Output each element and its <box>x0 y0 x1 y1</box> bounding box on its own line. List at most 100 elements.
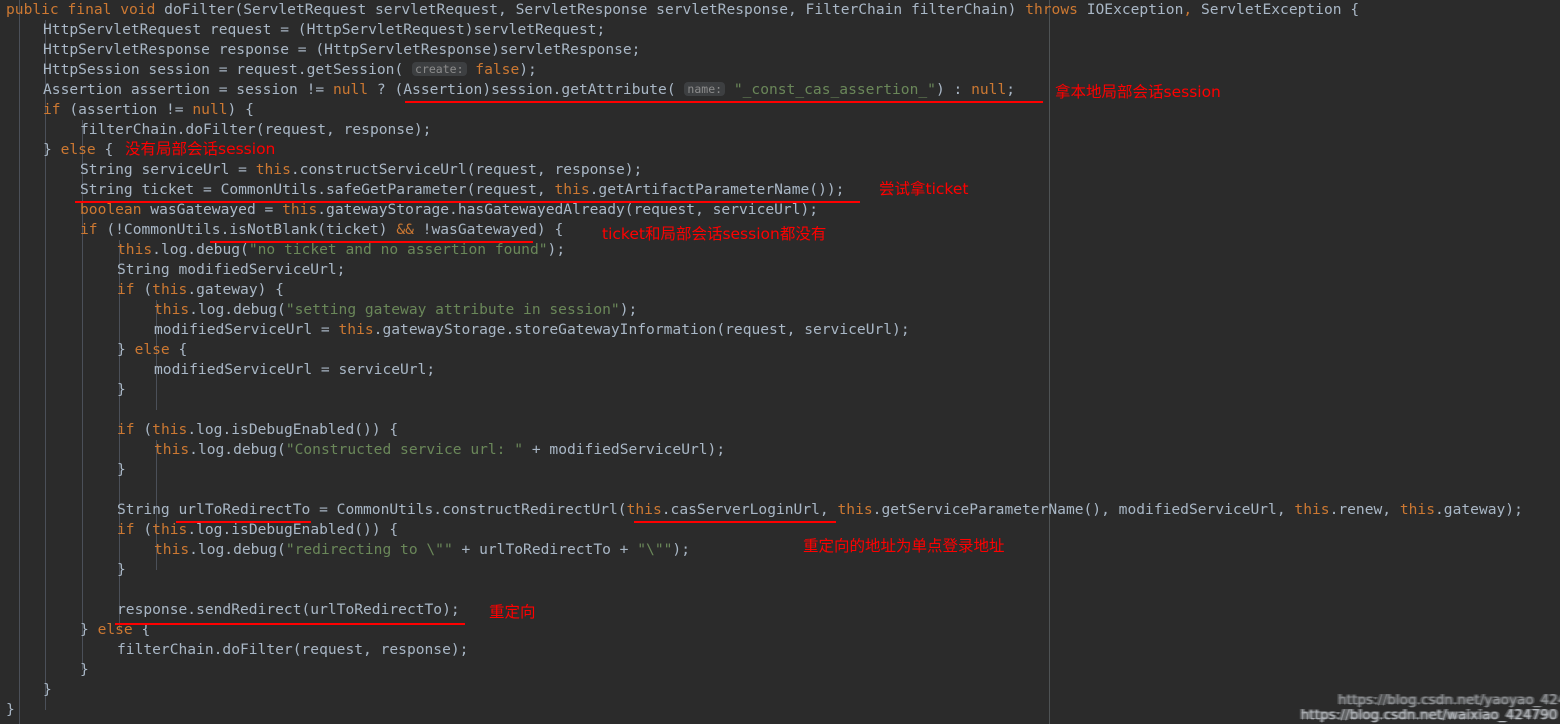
red-underline <box>176 521 311 523</box>
code-token: if <box>80 221 98 238</box>
code-token: "no ticket and no assertion found" <box>248 241 548 258</box>
code-token: this <box>152 281 188 298</box>
code-line[interactable]: if (assertion != null) { <box>43 100 254 120</box>
code-line[interactable]: this.log.debug("redirecting to \"" + url… <box>154 540 690 560</box>
code-token: response.sendRedirect(urlToRedirectTo); <box>117 601 460 618</box>
code-token: this <box>117 241 153 258</box>
code-token: { <box>95 141 114 158</box>
code-token: ); <box>519 61 537 78</box>
code-token: } <box>117 461 126 478</box>
code-token: .constructServiceUrl(request, response); <box>290 161 643 178</box>
code-token: !wasGatewayed) { <box>413 221 564 238</box>
code-line[interactable]: } <box>80 660 89 680</box>
code-token: this <box>152 421 188 438</box>
code-token: HttpServletRequest request = (HttpServle… <box>43 21 606 38</box>
code-line[interactable]: } <box>117 380 126 400</box>
code-line[interactable]: if (!CommonUtils.isNotBlank(ticket) && !… <box>80 220 563 240</box>
code-token: this <box>338 321 374 338</box>
code-token: } <box>43 141 61 158</box>
code-line[interactable]: HttpServletResponse response = (HttpServ… <box>43 40 640 60</box>
code-token: this <box>154 541 190 558</box>
code-token: ) : <box>935 81 972 98</box>
code-line[interactable]: if (this.log.isDebugEnabled()) { <box>117 420 398 440</box>
code-token: if <box>117 521 135 538</box>
code-line[interactable]: String urlToRedirectTo = CommonUtils.con… <box>117 500 1523 520</box>
code-token: null <box>971 81 1007 98</box>
code-token: ); <box>619 301 638 318</box>
code-token: ( <box>134 421 153 438</box>
code-token: public final void <box>6 1 165 18</box>
code-token: .gateway) { <box>187 281 284 298</box>
code-token: (!CommonUtils.isNotBlank(ticket) <box>97 221 397 238</box>
code-token: .log.debug( <box>189 301 286 318</box>
code-token: Assertion assertion = session != <box>43 81 333 98</box>
code-line[interactable]: filterChain.doFilter(request, response); <box>117 640 468 660</box>
code-token: ( <box>134 521 153 538</box>
code-line[interactable]: Assertion assertion = session != null ? … <box>43 80 1015 100</box>
code-line[interactable]: } else { <box>117 340 187 360</box>
red-underline <box>405 101 1043 103</box>
code-line[interactable]: HttpSession session = request.getSession… <box>43 60 537 80</box>
code-token: this <box>154 301 190 318</box>
code-line[interactable]: String modifiedServiceUrl; <box>117 260 345 280</box>
code-token: .getArtifactParameterName()); <box>589 181 845 198</box>
red-annotation: 拿本地局部会话session <box>1055 83 1221 101</box>
code-token: "\"" <box>637 541 673 558</box>
code-line[interactable]: } <box>6 700 15 720</box>
code-token: + urlToRedirectTo + <box>452 541 638 558</box>
code-token: ) { <box>227 101 254 118</box>
code-line[interactable]: boolean wasGatewayed = this.gatewayStora… <box>80 200 818 220</box>
code-token: String serviceUrl = <box>80 161 256 178</box>
code-line[interactable]: if (this.gateway) { <box>117 280 284 300</box>
code-line[interactable]: this.log.debug("no ticket and no asserti… <box>117 240 565 260</box>
code-token: .log.debug( <box>189 441 286 458</box>
code-line[interactable]: if (this.log.isDebugEnabled()) { <box>117 520 398 540</box>
code-token: this <box>282 201 318 218</box>
code-token: (assertion != <box>60 101 193 118</box>
code-token: else <box>60 141 96 158</box>
code-token: this <box>154 441 190 458</box>
code-token: this <box>152 521 188 538</box>
code-token: false <box>475 61 520 78</box>
code-line[interactable]: public final void doFilter(ServletReques… <box>6 0 1359 20</box>
code-line[interactable]: HttpServletRequest request = (HttpServle… <box>43 20 605 40</box>
code-line[interactable]: modifiedServiceUrl = serviceUrl; <box>154 360 435 380</box>
code-token: this <box>255 161 291 178</box>
code-token: if <box>117 421 135 438</box>
code-token: { <box>169 341 188 358</box>
red-annotation: 尝试拿ticket <box>879 180 969 198</box>
code-token: String urlToRedirectTo = CommonUtils.con… <box>117 501 627 518</box>
code-token: } <box>80 661 89 678</box>
code-line[interactable]: response.sendRedirect(urlToRedirectTo); <box>117 600 460 620</box>
code-token: .gatewayStorage.storeGatewayInformation(… <box>373 321 910 338</box>
code-token: "Constructed service url: " <box>285 441 524 458</box>
code-token: null <box>332 81 369 98</box>
code-line[interactable]: modifiedServiceUrl = this.gatewayStorage… <box>154 320 910 340</box>
code-token: ); <box>672 541 690 558</box>
code-token: .log.debug( <box>152 241 249 258</box>
code-line[interactable]: } <box>117 460 126 480</box>
code-token: .gateway); <box>1435 501 1523 518</box>
code-line[interactable]: } else { <box>43 140 113 160</box>
code-token: modifiedServiceUrl = serviceUrl; <box>154 361 436 378</box>
code-line[interactable]: this.log.debug("setting gateway attribut… <box>154 300 637 320</box>
parameter-hint-badge: name: <box>684 82 726 96</box>
code-token: filterChain.doFilter(request, response); <box>80 121 432 138</box>
red-annotation: 没有局部会话session <box>125 140 276 158</box>
source-code-view[interactable]: public final void doFilter(ServletReques… <box>0 0 1560 724</box>
red-underline <box>210 241 533 243</box>
code-line[interactable]: } <box>117 560 126 580</box>
code-line[interactable]: filterChain.doFilter(request, response); <box>80 120 431 140</box>
code-token: + modifiedServiceUrl); <box>523 441 726 458</box>
code-line[interactable]: this.log.debug("Constructed service url:… <box>154 440 725 460</box>
code-token: modifiedServiceUrl = <box>154 321 339 338</box>
code-token: wasGatewayed = <box>141 201 283 218</box>
watermark-text: https://blog.csdn.net/waixiao_424790 <box>1300 708 1558 723</box>
code-token: .log.isDebugEnabled()) { <box>187 521 399 538</box>
code-token: , <box>1183 1 1201 18</box>
code-line[interactable]: String serviceUrl = this.constructServic… <box>80 160 642 180</box>
code-line[interactable]: String ticket = CommonUtils.safeGetParam… <box>80 180 844 200</box>
code-line[interactable]: } <box>43 680 52 700</box>
